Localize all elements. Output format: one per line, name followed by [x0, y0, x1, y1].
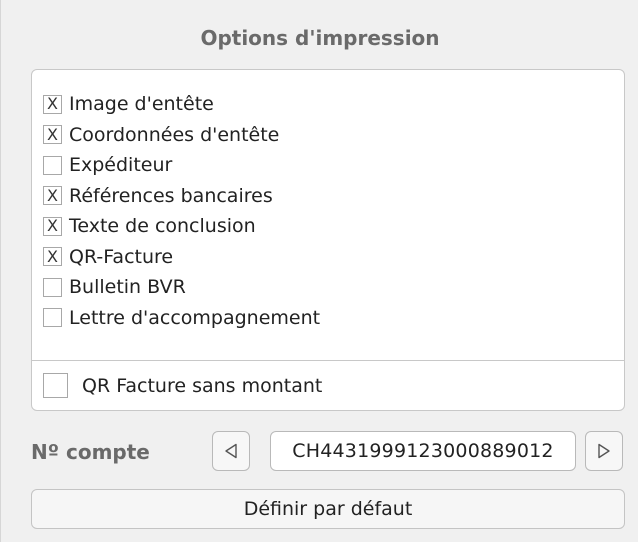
option-bulletin-bvr[interactable]: Bulletin BVR	[43, 272, 320, 303]
option-label: Coordonnées d'entête	[69, 123, 280, 146]
option-label: Expéditeur	[69, 154, 173, 177]
option-label: Image d'entête	[69, 93, 214, 116]
lettre-accompagnement-checkbox[interactable]	[43, 308, 62, 328]
triangle-left-icon	[225, 443, 237, 459]
option-label: Bulletin BVR	[69, 276, 186, 299]
option-label: QR-Facture	[69, 245, 174, 268]
bulletin-bvr-checkbox[interactable]	[43, 277, 62, 297]
previous-account-button[interactable]	[212, 431, 250, 471]
references-bancaires-checkbox[interactable]: X	[43, 186, 62, 206]
option-qr-sans-montant[interactable]: QR Facture sans montant	[43, 373, 322, 398]
option-label: Texte de conclusion	[69, 215, 256, 238]
qr-sans-montant-checkbox[interactable]	[43, 373, 68, 398]
option-list: X Image d'entête X Coordonnées d'entête …	[43, 89, 320, 333]
expediteur-checkbox[interactable]	[43, 155, 62, 175]
coordonnees-entete-checkbox[interactable]: X	[43, 125, 62, 145]
option-references-bancaires[interactable]: X Références bancaires	[43, 181, 320, 212]
option-image-entete[interactable]: X Image d'entête	[43, 89, 320, 120]
qr-facture-checkbox[interactable]: X	[43, 247, 62, 267]
set-default-button[interactable]: Définir par défaut	[31, 489, 625, 529]
print-options-panel: Options d'impression X Image d'entête X …	[0, 0, 638, 542]
account-number-field[interactable]: CH4431999123000889012	[270, 431, 576, 471]
option-qr-facture[interactable]: X QR-Facture	[43, 242, 320, 273]
option-lettre-accompagnement[interactable]: Lettre d'accompagnement	[43, 303, 320, 334]
next-account-button[interactable]	[585, 431, 623, 471]
option-expediteur[interactable]: Expéditeur	[43, 150, 320, 181]
option-label: Références bancaires	[69, 184, 273, 207]
account-number-label: Nº compte	[31, 440, 150, 464]
option-coordonnees-entete[interactable]: X Coordonnées d'entête	[43, 120, 320, 151]
panel-title: Options d'impression	[200, 26, 440, 50]
option-label: Lettre d'accompagnement	[69, 306, 321, 329]
divider	[32, 360, 624, 361]
options-box: X Image d'entête X Coordonnées d'entête …	[31, 69, 625, 411]
option-label: QR Facture sans montant	[82, 374, 323, 397]
triangle-right-icon	[598, 443, 610, 459]
texte-conclusion-checkbox[interactable]: X	[43, 216, 62, 236]
option-texte-conclusion[interactable]: X Texte de conclusion	[43, 211, 320, 242]
image-entete-checkbox[interactable]: X	[43, 94, 62, 114]
